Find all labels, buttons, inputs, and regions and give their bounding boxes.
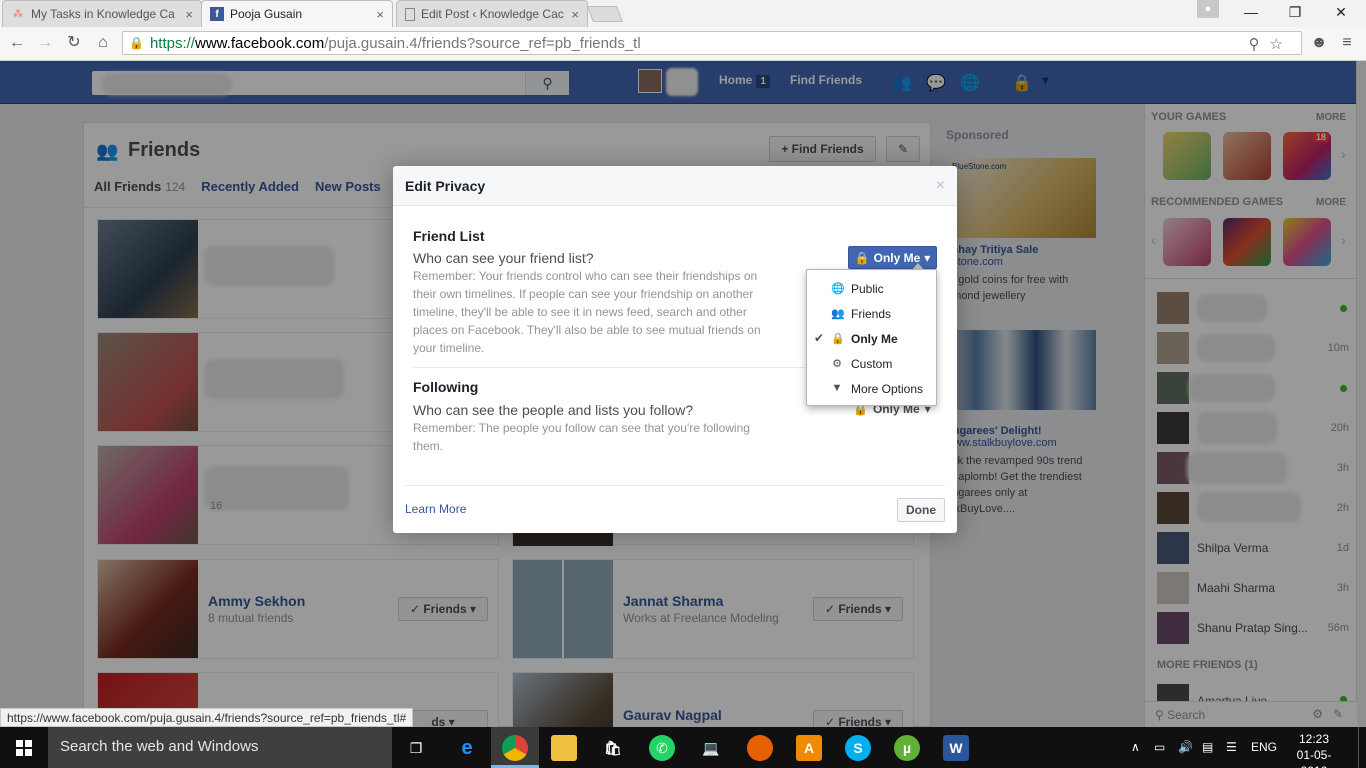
dialog-header: Edit Privacy × [393,166,957,206]
friend-list-question: Who can see your friend list? [413,250,594,266]
browser-tab-pooja-gusain[interactable]: f Pooja Gusain × [201,0,393,27]
menu-item-label: More Options [851,381,924,396]
file-explorer-icon[interactable] [551,735,577,761]
show-hidden-icons[interactable]: ∧ [1131,740,1140,754]
bookmark-star-icon[interactable]: ⚲☆ [1249,35,1293,53]
url-host: www.facebook.com [194,34,325,52]
learn-more-link[interactable]: Learn More [405,502,466,516]
friend-list-reminder: Remember: Your friends control who can s… [413,269,761,355]
new-tab-button[interactable] [587,6,623,22]
checkmark-icon: ✔ [814,331,825,345]
tab-title: My Tasks in Knowledge Ca [31,7,175,21]
start-button[interactable] [0,727,48,768]
network-icon[interactable]: ▤ [1202,740,1213,754]
lock-icon: 🔒 [854,250,870,265]
following-reminder: Remember: The people you follow can see … [413,421,750,453]
minimize-icon[interactable]: — [1228,0,1274,24]
word-icon[interactable]: W [943,735,969,761]
clock-time: 12:23 [1298,732,1330,746]
menu-icon[interactable]: ≡ [1336,32,1358,54]
browser-toolbar: ← → ↻ ⌂ 🔒 https:// www.facebook.com /puj… [0,27,1366,61]
following-question: Who can see the people and lists you fol… [413,402,694,418]
menu-item-public[interactable]: 🌐 Public [807,276,936,301]
close-icon[interactable]: × [936,177,945,195]
tab-title: Edit Post ‹ Knowledge Cac [421,7,564,21]
edge-icon[interactable]: e [454,735,480,761]
secure-lock-icon: 🔒 [129,36,144,50]
page-icon [405,7,415,21]
clock-date: 01-05-2016 [1296,748,1332,768]
status-bar-url: https://www.facebook.com/puja.gusain.4/f… [0,708,414,727]
friend-list-heading: Friend List [413,228,485,244]
battery-icon[interactable]: ▭ [1154,740,1165,754]
done-button[interactable]: Done [897,498,945,522]
close-window-icon[interactable]: ✕ [1318,0,1364,24]
reload-icon[interactable]: ↻ [63,32,85,54]
menu-item-label: Friends [851,306,892,321]
firefox-icon[interactable] [747,735,773,761]
taskbar-search-input[interactable]: Search the web and Windows [48,727,392,768]
browser-tab-strip: ⁂ My Tasks in Knowledge Ca × f Pooja Gus… [0,0,1366,27]
windows-taskbar: Search the web and Windows ❐ e 🛍 ✆ 💻 A S… [0,727,1366,768]
menu-item-custom[interactable]: ⚙ Custom [807,351,936,376]
tab-title: Pooja Gusain [230,7,303,21]
system-clock[interactable]: 12:23 01-05-2016 [1288,731,1340,768]
menu-item-label: Custom [851,356,893,371]
menu-item-label: Public [851,281,884,296]
forward-icon[interactable]: → [34,32,56,54]
task-view-icon[interactable]: ❐ [403,735,429,761]
store-icon[interactable]: 🛍 [600,735,626,761]
gear-icon: ⚙ [832,358,842,370]
asana-icon: ⁂ [13,8,23,20]
menu-item-only-me[interactable]: ✔ 🔒 Only Me [807,326,936,351]
profile-icon[interactable]: ● [1197,0,1219,18]
facebook-icon: f [210,7,224,21]
whatsapp-icon[interactable]: ✆ [649,735,675,761]
extension-icon[interactable]: ☻ [1308,32,1330,54]
skype-icon[interactable]: S [845,735,871,761]
volume-icon[interactable]: 🔊 [1178,740,1193,754]
restore-icon[interactable]: ❐ [1272,0,1318,24]
show-desktop-button[interactable] [1358,727,1366,768]
globe-icon: 🌐 [831,283,845,295]
url-path: /puja.gusain.4/friends?source_ref=pb_fri… [324,34,641,52]
lock-icon: 🔒 [831,333,845,345]
back-icon[interactable]: ← [6,32,28,54]
close-tab-icon[interactable]: × [376,7,384,22]
menu-item-friends[interactable]: 👥 Friends [807,301,936,326]
friends-icon: 👥 [831,308,845,320]
menu-item-label: Only Me [851,331,898,346]
action-center-icon[interactable]: ☰ [1226,740,1237,754]
windows-logo-icon [16,739,32,756]
browser-tab-edit-post[interactable]: Edit Post ‹ Knowledge Cac × [396,0,588,27]
home-icon[interactable]: ⌂ [92,32,114,54]
caret-down-icon: ▼ [831,382,843,394]
dialog-title: Edit Privacy [405,178,486,194]
audience-dropdown-menu: 🌐 Public 👥 Friends ✔ 🔒 Only Me ⚙ Custom … [806,263,937,406]
close-tab-icon[interactable]: × [571,7,579,22]
utorrent-icon[interactable]: µ [894,735,920,761]
app-icon[interactable]: 💻 [698,735,724,761]
caret-down-icon: ▾ [924,250,931,265]
chrome-icon[interactable] [502,735,528,761]
url-scheme: https:// [149,34,195,52]
language-indicator[interactable]: ENG [1251,740,1277,754]
browser-tab-my-tasks[interactable]: ⁂ My Tasks in Knowledge Ca × [2,0,202,27]
close-tab-icon[interactable]: × [185,7,193,22]
address-bar[interactable]: 🔒 https:// www.facebook.com /puja.gusain… [122,31,1302,55]
app-a-icon[interactable]: A [796,735,822,761]
menu-item-more-options[interactable]: ▼ More Options [807,376,936,401]
following-heading: Following [413,379,479,395]
